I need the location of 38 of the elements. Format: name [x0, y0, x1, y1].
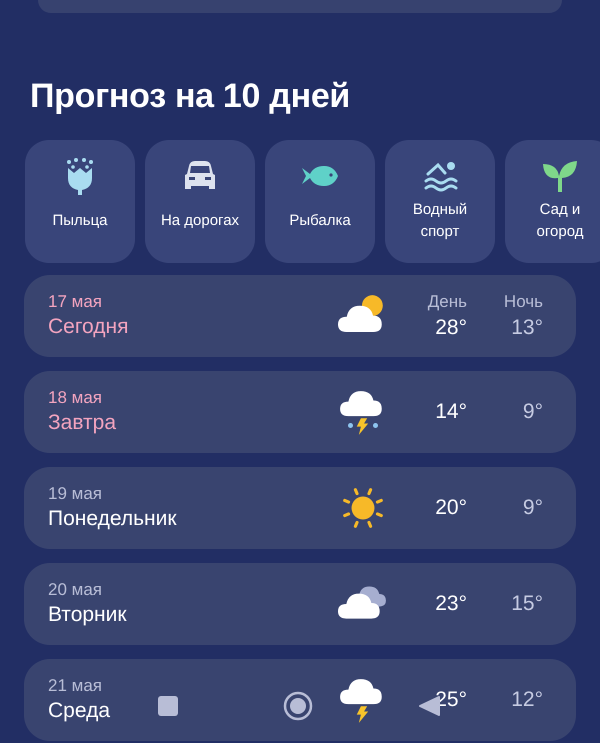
- day-temp: 23°: [435, 591, 467, 617]
- date-label: 18 мая: [48, 387, 102, 409]
- day-name: Завтра: [48, 410, 116, 436]
- category-label: Водный спорт: [412, 200, 468, 242]
- category-label: На дорогах: [160, 211, 240, 231]
- day-name: Среда: [48, 698, 110, 724]
- column-header: День: [428, 291, 467, 313]
- date-label: 20 мая: [48, 579, 102, 601]
- home-icon[interactable]: [283, 691, 313, 721]
- day-temp: 28°: [435, 315, 467, 341]
- recents-icon[interactable]: [157, 695, 179, 717]
- column-header: Ночь: [504, 291, 543, 313]
- date-label: 19 мая: [48, 483, 102, 505]
- category-card[interactable]: Водный спорт: [385, 140, 495, 263]
- date-label: 17 мая: [48, 291, 102, 313]
- day-row[interactable]: 20 мая Вторник 23° 15°: [24, 563, 576, 645]
- night-temp: 13°: [511, 315, 543, 341]
- day-name: Сегодня: [48, 314, 128, 340]
- category-label: Рыбалка: [288, 211, 352, 231]
- day-name: Вторник: [48, 602, 127, 628]
- day-temp: 14°: [435, 399, 467, 425]
- date-label: 21 мая: [48, 675, 102, 697]
- night-temp: 9°: [522, 495, 543, 521]
- category-card[interactable]: Пыльца: [25, 140, 135, 263]
- day-row[interactable]: 17 мая Сегодня День 28° Ночь 13°: [24, 275, 576, 357]
- night-temp: 15°: [511, 591, 543, 617]
- night-temp: 9°: [522, 399, 543, 425]
- category-card[interactable]: На дорогах: [145, 140, 255, 263]
- day-temp: 20°: [435, 495, 467, 521]
- category-card[interactable]: Сад и огород: [505, 140, 600, 263]
- night-temp: 12°: [511, 687, 543, 713]
- category-label: Сад и огород: [536, 200, 584, 242]
- day-row[interactable]: 18 мая Завтра 14° 9°: [24, 371, 576, 453]
- day-name: Понедельник: [48, 506, 177, 532]
- day-row[interactable]: 19 мая Понедельник 20° 9°: [24, 467, 576, 549]
- section-title: Прогноз на 10 дней: [30, 76, 352, 116]
- category-label: Пыльца: [51, 211, 109, 231]
- category-card[interactable]: Рыбалка: [265, 140, 375, 263]
